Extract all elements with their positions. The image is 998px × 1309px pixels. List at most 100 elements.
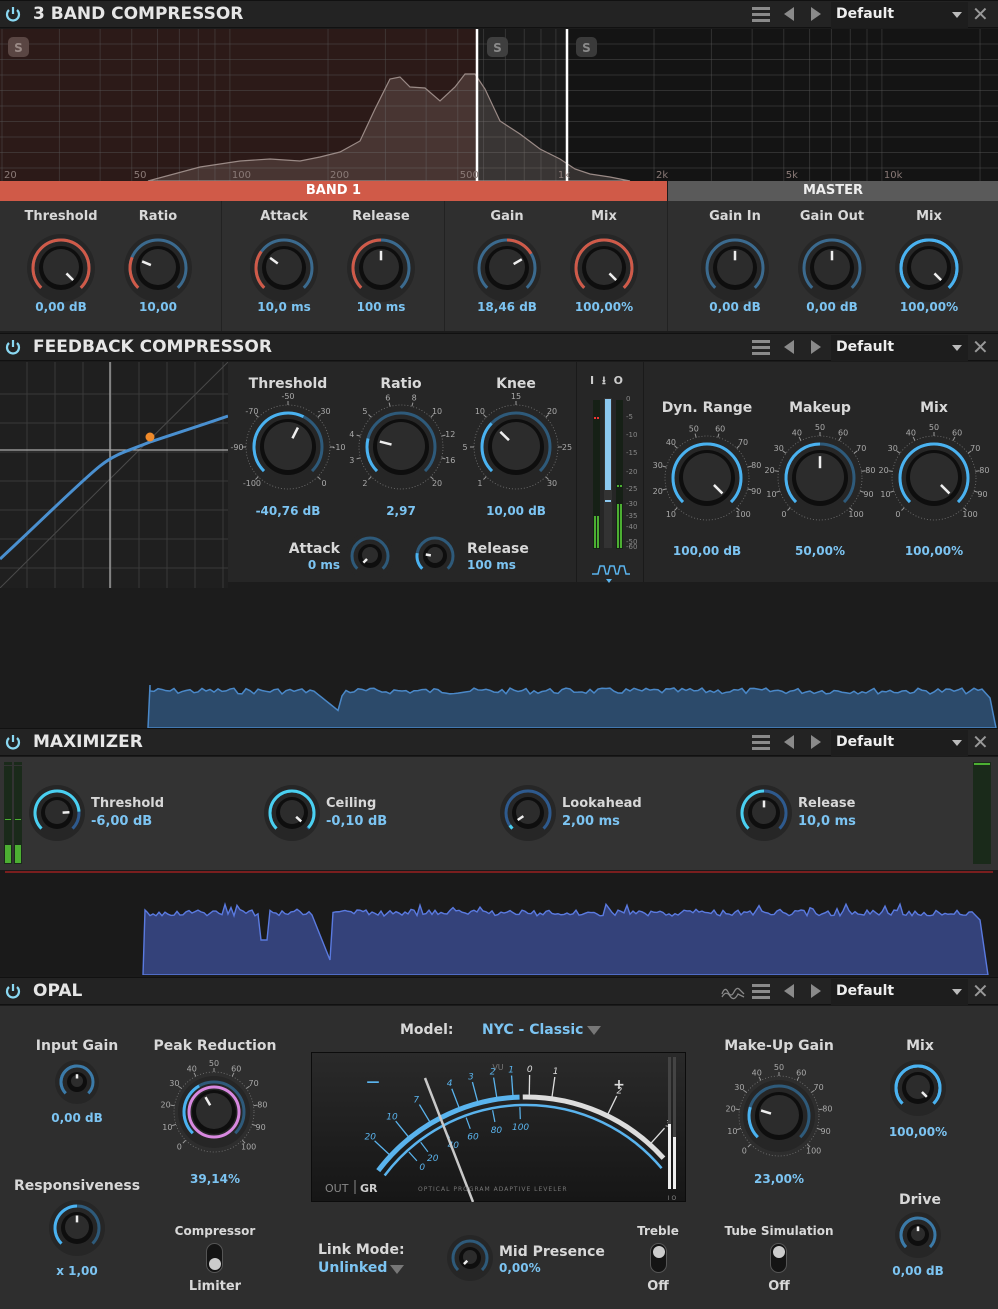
knob-scale-label: 15 [511, 392, 521, 401]
preset-dropdown[interactable]: Default [831, 730, 968, 756]
arrow-left-icon[interactable] [784, 340, 794, 354]
arrow-right-icon[interactable] [811, 984, 821, 998]
chevron-down-icon[interactable] [587, 1026, 601, 1035]
solo-button-band1[interactable]: S [8, 37, 29, 57]
responsiveness-value: x 1,00 [56, 1264, 98, 1278]
hamburger-icon[interactable] [752, 7, 770, 23]
knob-scale-label: 5 [362, 407, 367, 416]
knob-release[interactable] [345, 232, 417, 304]
peak-reduction-knob[interactable]: 0 10 20 30 40 50 60 70 80 90 100 [156, 1054, 272, 1170]
knob-scale-label: 60 [952, 429, 962, 438]
opal-header: OPAL Default ✕ [0, 977, 998, 1005]
knob-scale-label: 90 [977, 490, 987, 499]
release-knob[interactable] [409, 530, 461, 582]
tube-simulation-switch[interactable] [770, 1243, 787, 1273]
vu-gr-scale-label: 2 [490, 1068, 496, 1078]
knob-gain[interactable] [471, 232, 543, 304]
knob-mix[interactable] [893, 232, 965, 304]
hamburger-icon[interactable] [752, 735, 770, 751]
power-icon[interactable] [4, 338, 22, 356]
knob-scale-label: 50 [774, 1063, 784, 1072]
input-gain-knob[interactable] [53, 1058, 101, 1106]
close-icon[interactable]: ✕ [972, 3, 989, 25]
vu-gr-scale-label: 7 [413, 1095, 419, 1105]
drive-value: 0,00 dB [892, 1264, 944, 1278]
ratio-knob[interactable]: 2 3 4 5 6 8 10 12 16 20 [341, 387, 461, 507]
solo-button-band3[interactable]: S [576, 37, 597, 57]
knob-label: Mix [591, 209, 617, 224]
power-icon[interactable] [4, 982, 22, 1000]
knob-threshold[interactable] [27, 783, 87, 843]
dyn-range-knob[interactable]: 1020304050 60708090100 [647, 418, 767, 538]
responsiveness-knob[interactable] [47, 1198, 107, 1258]
band-tab-master[interactable]: MASTER [668, 181, 998, 201]
knob-scale-label: 80 [257, 1100, 267, 1109]
knob-lookahead[interactable] [498, 783, 558, 843]
spectrum-display[interactable]: 20 50 100 200 500 1k 2k 5k 10k S S S [0, 29, 998, 181]
svg-text:S: S [14, 41, 23, 55]
transfer-curve-graph[interactable] [0, 362, 228, 588]
power-icon[interactable] [4, 5, 22, 23]
attack-value: 0 ms [307, 558, 340, 572]
power-icon[interactable] [4, 733, 22, 751]
vu-mode-gr[interactable]: GR [360, 1182, 378, 1195]
preset-dropdown[interactable]: Default [831, 2, 968, 28]
release-value: 100 ms [467, 558, 516, 572]
knob-release[interactable] [734, 783, 794, 843]
mid-presence-knob[interactable] [445, 1233, 495, 1283]
makeup-gain-value: 23,00% [754, 1172, 804, 1186]
maximizer-history [0, 870, 998, 975]
knob-gain-out[interactable] [796, 232, 868, 304]
arrow-left-icon[interactable] [784, 7, 794, 21]
solo-button-band2[interactable]: S [487, 37, 508, 57]
close-icon[interactable]: ✕ [972, 731, 989, 753]
hamburger-icon[interactable] [752, 340, 770, 356]
arrow-right-icon[interactable] [811, 7, 821, 21]
knob-ratio[interactable] [122, 232, 194, 304]
knob-scale-label: 10 [162, 1123, 172, 1132]
knob-label: Gain In [709, 209, 761, 224]
threshold-knob[interactable]: -100-90-70-50-30-100 [228, 387, 348, 507]
knob-gain-in[interactable] [699, 232, 771, 304]
meter-gr-label: ⭳ [601, 374, 608, 387]
knob-threshold[interactable] [25, 232, 97, 304]
knob-ceiling[interactable] [262, 783, 322, 843]
link-mode-dropdown[interactable]: Unlinked [318, 1260, 387, 1276]
vu-out-scale-label: 20 [427, 1154, 439, 1164]
arrow-right-icon[interactable] [811, 340, 821, 354]
model-dropdown[interactable]: NYC - Classic [482, 1022, 583, 1038]
knee-knob[interactable]: 151015202530 [456, 387, 576, 507]
knob-label: Attack [260, 209, 308, 224]
band-tab-band1[interactable]: BAND 1 [0, 181, 667, 201]
makeup-gain-knob[interactable]: 0 10 20 30 40 50 60 70 80 90 100 [721, 1058, 837, 1174]
vu-mode-out[interactable]: OUT [325, 1182, 349, 1195]
detector-mode-selector[interactable] [590, 560, 632, 586]
treble-switch[interactable] [650, 1243, 667, 1273]
preset-dropdown[interactable]: Default [831, 979, 968, 1005]
knob-scale-label: 100 [241, 1143, 256, 1152]
knob-mix[interactable] [568, 232, 640, 304]
knob-scale-label: 20 [653, 487, 663, 496]
close-icon[interactable]: ✕ [972, 980, 989, 1002]
vu-gr-scale-label: 20 [364, 1133, 376, 1143]
drive-knob[interactable] [893, 1210, 943, 1260]
hamburger-icon[interactable] [752, 984, 770, 1000]
makeup-knob[interactable]: 0102030405060708090100 [760, 418, 880, 538]
curve-view-icon[interactable] [721, 984, 745, 1000]
mix-knob[interactable]: 0 10 20 30 40 50 60 70 80 90 100 [874, 418, 994, 538]
arrow-left-icon[interactable] [784, 735, 794, 749]
arrow-left-icon[interactable] [784, 984, 794, 998]
chevron-down-icon[interactable] [390, 1265, 404, 1274]
attack-knob[interactable] [344, 530, 396, 582]
compressor-limiter-switch[interactable] [206, 1243, 223, 1273]
meter-scale-label: -30 [626, 500, 637, 508]
knob-scale-label: -100 [243, 479, 261, 488]
preset-dropdown[interactable]: Default [831, 335, 968, 361]
mix-knob[interactable] [888, 1058, 948, 1118]
close-icon[interactable]: ✕ [972, 336, 989, 358]
arrow-right-icon[interactable] [811, 735, 821, 749]
knob-attack[interactable] [248, 232, 320, 304]
input-gain-value: 0,00 dB [51, 1111, 103, 1125]
release-label: Release [467, 541, 529, 557]
chevron-down-icon [952, 12, 962, 18]
